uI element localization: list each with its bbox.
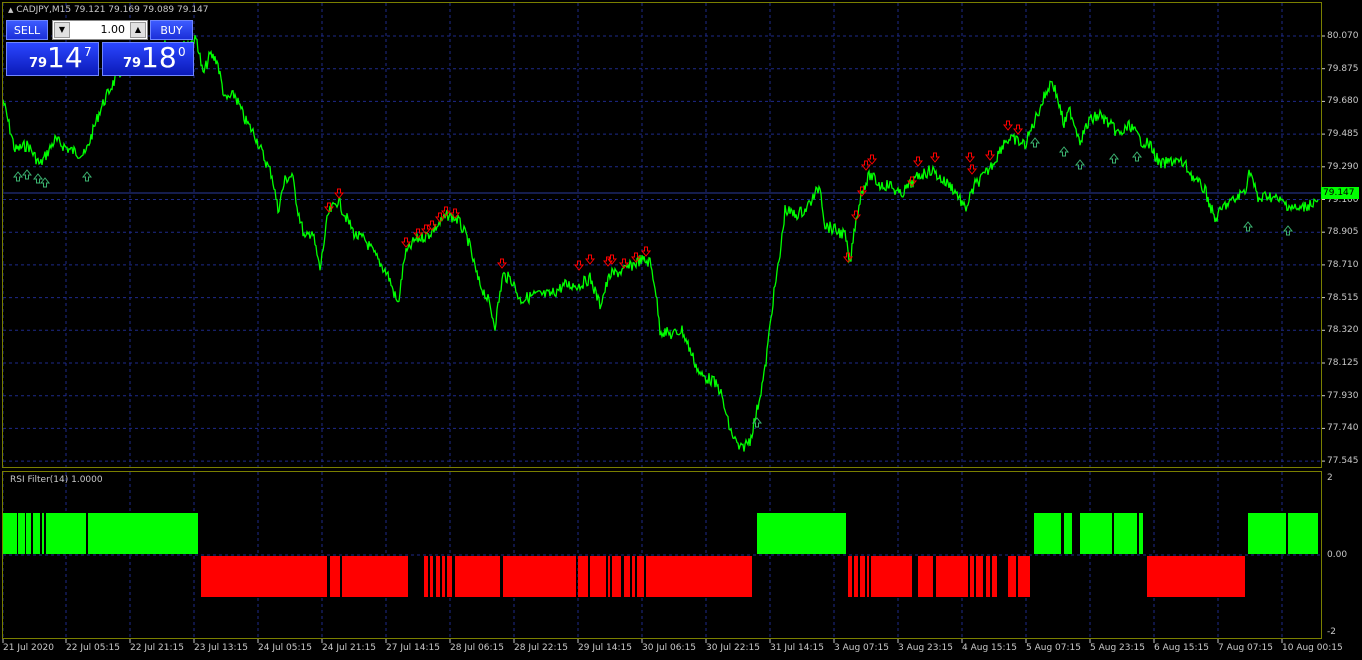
indicator-axis-label: -2 bbox=[1327, 627, 1336, 637]
buy-price-box[interactable]: 79 18 0 bbox=[102, 42, 194, 76]
indicator-axis-label: 2 bbox=[1327, 473, 1333, 483]
current-price-tag: 79.147 bbox=[1321, 187, 1359, 199]
lot-size-field[interactable]: ▼ 1.00 ▲ bbox=[52, 20, 148, 40]
price-axis-label: 80.070 bbox=[1327, 31, 1359, 41]
price-axis-label: 77.545 bbox=[1327, 456, 1359, 467]
indicator-panel[interactable] bbox=[2, 471, 1322, 639]
time-axis-label: 7 Aug 07:15 bbox=[1218, 643, 1273, 653]
price-panel[interactable] bbox=[2, 2, 1322, 468]
time-axis-label: 28 Jul 22:15 bbox=[514, 643, 568, 653]
time-axis-label: 22 Jul 21:15 bbox=[130, 643, 184, 653]
time-axis-label: 23 Jul 13:15 bbox=[194, 643, 248, 653]
sell-price-box[interactable]: 79 14 7 bbox=[6, 42, 99, 76]
buy-button[interactable]: BUY bbox=[150, 20, 193, 40]
price-axis-label: 79.875 bbox=[1327, 63, 1359, 74]
time-axis-label: 27 Jul 14:15 bbox=[386, 643, 440, 653]
price-axis-label: 78.320 bbox=[1327, 325, 1359, 336]
time-axis-label: 21 Jul 2020 bbox=[3, 643, 54, 653]
indicator-axis-label: 0.00 bbox=[1327, 550, 1348, 560]
lot-size-value[interactable]: 1.00 bbox=[73, 21, 127, 39]
time-axis-label: 30 Jul 22:15 bbox=[706, 643, 760, 653]
time-axis-label: 6 Aug 15:15 bbox=[1154, 643, 1209, 653]
buy-price-sup: 0 bbox=[178, 45, 186, 59]
price-axis-label: 77.740 bbox=[1327, 423, 1359, 434]
price-axis-label: 78.710 bbox=[1327, 259, 1359, 270]
lot-increase-icon[interactable]: ▲ bbox=[130, 22, 146, 38]
time-axis-label: 22 Jul 05:15 bbox=[66, 643, 120, 653]
sell-price-sup: 7 bbox=[84, 45, 92, 59]
sell-price-big: 14 bbox=[47, 41, 83, 74]
price-axis-label: 77.930 bbox=[1327, 390, 1359, 401]
price-axis-label: 78.905 bbox=[1327, 227, 1359, 238]
price-axis-label: 79.290 bbox=[1327, 161, 1359, 172]
time-axis-label: 3 Aug 23:15 bbox=[898, 643, 953, 653]
chart-title: ▲ CADJPY,M15 79.121 79.169 79.089 79.147 bbox=[8, 5, 209, 15]
time-axis-label: 31 Jul 14:15 bbox=[770, 643, 824, 653]
chart-window[interactable]: ▲ CADJPY,M15 79.121 79.169 79.089 79.147… bbox=[0, 0, 1362, 660]
price-axis-label: 78.515 bbox=[1327, 292, 1359, 303]
time-axis-label: 24 Jul 21:15 bbox=[322, 643, 376, 653]
lot-decrease-icon[interactable]: ▼ bbox=[54, 22, 70, 38]
buy-price-big: 18 bbox=[141, 41, 177, 74]
time-axis-label: 30 Jul 06:15 bbox=[642, 643, 696, 653]
sell-button[interactable]: SELL bbox=[6, 20, 48, 40]
time-axis-label: 5 Aug 23:15 bbox=[1090, 643, 1145, 653]
time-axis-label: 3 Aug 07:15 bbox=[834, 643, 889, 653]
time-axis-label: 5 Aug 07:15 bbox=[1026, 643, 1081, 653]
price-axis-label: 79.680 bbox=[1327, 96, 1359, 107]
one-click-trading-panel: SELL ▼ 1.00 ▲ BUY 79 14 7 79 18 0 bbox=[6, 20, 194, 77]
time-axis-label: 29 Jul 14:15 bbox=[578, 643, 632, 653]
buy-price-prefix: 79 bbox=[123, 56, 142, 71]
indicator-title: RSI Filter(14) 1.0000 bbox=[10, 475, 103, 485]
time-axis-label: 24 Jul 05:15 bbox=[258, 643, 312, 653]
time-axis-label: 10 Aug 00:15 bbox=[1282, 643, 1343, 653]
sell-price-prefix: 79 bbox=[29, 56, 48, 71]
price-axis-label: 78.125 bbox=[1327, 358, 1359, 368]
time-axis-label: 4 Aug 15:15 bbox=[962, 643, 1017, 653]
price-axis-label: 79.485 bbox=[1327, 129, 1359, 140]
time-axis-label: 28 Jul 06:15 bbox=[450, 643, 504, 653]
